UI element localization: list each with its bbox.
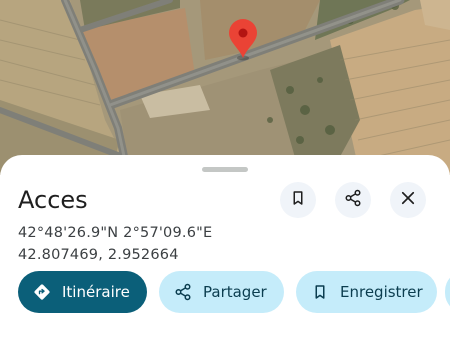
share-label: Partager <box>203 283 267 301</box>
coordinates-dms: 42°48'26.9"N 2°57'09.6"E <box>18 225 213 241</box>
directions-icon <box>32 282 52 302</box>
bookmark-icon <box>310 282 330 302</box>
place-title: Acces <box>18 186 88 214</box>
satellite-map[interactable] <box>0 0 450 175</box>
drag-handle[interactable] <box>202 167 248 172</box>
close-icon <box>399 189 417 211</box>
share-button[interactable]: Partager <box>159 271 284 313</box>
bookmark-icon <box>289 189 307 211</box>
coordinates-decimal: 42.807469, 2.952664 <box>18 247 179 263</box>
directions-label: Itinéraire <box>62 283 130 301</box>
place-details-screen: Acces 42°48'26.9"N 2°57'09.6"E 42.807469… <box>0 0 450 338</box>
save-icon-button[interactable] <box>280 182 316 218</box>
share-icon-button[interactable] <box>335 182 371 218</box>
place-sheet: Acces 42°48'26.9"N 2°57'09.6"E 42.807469… <box>0 155 450 338</box>
directions-button[interactable]: Itinéraire <box>18 271 147 313</box>
share-icon <box>344 189 362 211</box>
save-button[interactable]: Enregistrer <box>296 271 437 313</box>
close-icon-button[interactable] <box>390 182 426 218</box>
more-actions-chip[interactable] <box>445 271 450 313</box>
satellite-imagery <box>0 0 450 175</box>
save-label: Enregistrer <box>340 283 423 301</box>
share-icon <box>173 282 193 302</box>
